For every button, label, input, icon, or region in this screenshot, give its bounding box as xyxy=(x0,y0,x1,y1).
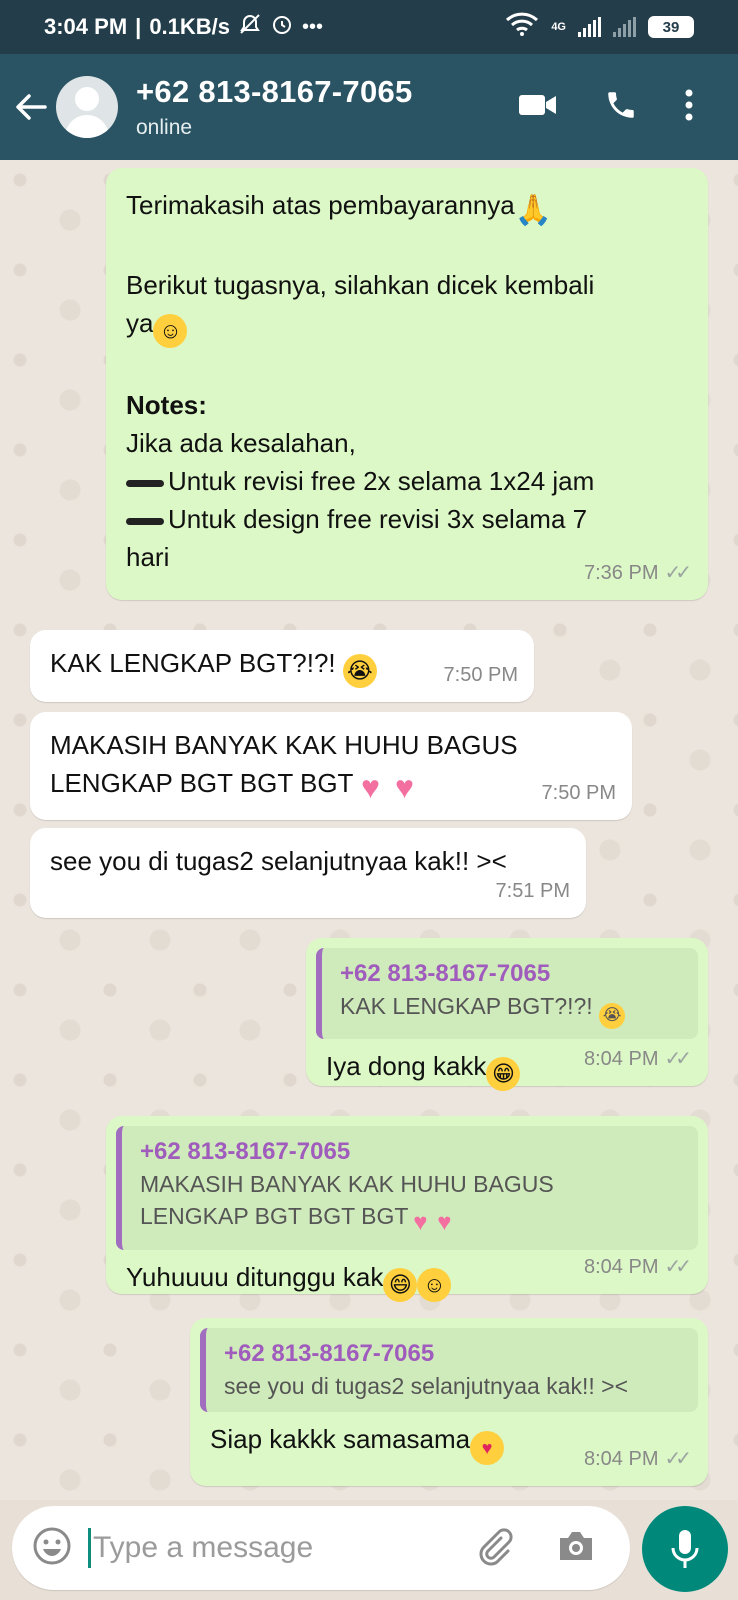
pink-heart-emoji-icon: ♥ xyxy=(413,1209,428,1236)
wifi-icon xyxy=(505,12,539,42)
emoji-icon[interactable] xyxy=(32,1526,72,1571)
message-bubble-outgoing-reply[interactable]: +62 813-8167-7065 see you di tugas2 sela… xyxy=(190,1318,708,1486)
crying-face-emoji-icon: 😭 xyxy=(342,654,377,688)
contact-name: +62 813-8167-7065 xyxy=(136,74,413,109)
quoted-message[interactable]: +62 813-8167-7065 see you di tugas2 sela… xyxy=(200,1328,698,1412)
microphone-icon xyxy=(671,1530,699,1568)
message-bubble-incoming[interactable]: KAK LENGKAP BGT?!?! 😭 7:50 PM xyxy=(30,630,534,702)
status-bar: 3:04 PM | 0.1KB/s ••• 4G 39 xyxy=(0,0,738,54)
attach-icon[interactable] xyxy=(474,1526,514,1571)
folded-hands-emoji-icon: 🙏 xyxy=(514,194,553,227)
status-time: 3:04 PM xyxy=(44,14,128,39)
overflow-menu-icon[interactable] xyxy=(684,89,694,126)
message-time: 8:04 PM xyxy=(584,1256,659,1278)
read-ticks-icon: ✓✓ xyxy=(664,1448,691,1470)
composer-bar xyxy=(0,1500,738,1600)
battery-icon: 39 xyxy=(648,16,694,38)
dash-icon xyxy=(126,479,164,487)
contact-avatar[interactable] xyxy=(56,76,118,138)
back-arrow-icon[interactable] xyxy=(6,54,56,160)
mute-icon xyxy=(238,13,262,41)
contact-status: online xyxy=(136,116,193,139)
read-ticks-icon: ✓✓ xyxy=(664,1256,691,1278)
network-type: 4G xyxy=(551,20,566,33)
message-bubble-incoming[interactable]: see you di tugas2 selanjutnyaa kak!! >< … xyxy=(30,828,586,918)
alarm-icon xyxy=(270,12,294,42)
message-bubble-incoming[interactable]: MAKASIH BANYAK KAK HUHU BAGUS LENGKAP BG… xyxy=(30,712,632,820)
voice-call-icon[interactable] xyxy=(604,88,638,127)
chat-header: +62 813-8167-7065 online xyxy=(0,54,738,160)
signal-icon xyxy=(578,17,601,37)
message-input[interactable] xyxy=(93,1531,453,1565)
microphone-button[interactable] xyxy=(642,1506,728,1592)
message-bubble-outgoing-reply[interactable]: +62 813-8167-7065 MAKASIH BANYAK KAK HUH… xyxy=(106,1116,708,1302)
smiling-face-emoji-icon: ☺ xyxy=(153,314,188,348)
message-input-container[interactable] xyxy=(12,1506,630,1590)
message-time: 8:04 PM xyxy=(584,1048,659,1070)
chat-area[interactable]: Terimakasih atas pembayarannya🙏 Berikut … xyxy=(0,160,738,1500)
text-caret xyxy=(88,1528,91,1568)
message-time: 7:36 PM xyxy=(584,562,659,584)
signal-sim2-icon xyxy=(613,17,636,37)
dash-icon xyxy=(126,517,164,525)
grinning-face-emoji-icon: 😁 xyxy=(486,1057,521,1091)
read-ticks-icon: ✓✓ xyxy=(664,562,691,584)
quoted-message[interactable]: +62 813-8167-7065 MAKASIH BANYAK KAK HUH… xyxy=(116,1126,698,1250)
pink-heart-emoji-icon: ♥ xyxy=(360,769,380,805)
message-time: 7:50 PM xyxy=(541,782,616,804)
message-bubble-outgoing-reply[interactable]: +62 813-8167-7065 KAK LENGKAP BGT?!?! 😭 … xyxy=(306,938,708,1091)
quoted-message[interactable]: +62 813-8167-7065 KAK LENGKAP BGT?!?! 😭 xyxy=(316,948,698,1039)
message-time: 8:04 PM xyxy=(584,1448,659,1470)
grinning-face-emoji-icon: 😄 xyxy=(383,1268,418,1302)
message-time: 7:50 PM xyxy=(443,664,518,686)
pink-heart-emoji-icon: ♥ xyxy=(394,769,414,805)
crying-face-emoji-icon: 😭 xyxy=(599,1003,626,1029)
more-notifications-icon: ••• xyxy=(302,15,324,38)
smiling-face-emoji-icon: ☺ xyxy=(417,1268,452,1302)
pink-heart-emoji-icon: ♥ xyxy=(437,1209,452,1236)
read-ticks-icon: ✓✓ xyxy=(664,1048,691,1070)
smiling-face-with-hearts-emoji-icon: ♥ xyxy=(470,1431,505,1465)
network-speed: 0.1KB/s xyxy=(149,14,231,39)
contact-info[interactable]: +62 813-8167-7065 online xyxy=(136,74,413,140)
message-bubble-outgoing[interactable]: Terimakasih atas pembayarannya🙏 Berikut … xyxy=(106,168,708,600)
message-time: 7:51 PM xyxy=(495,880,570,902)
camera-icon[interactable] xyxy=(556,1528,596,1569)
video-call-icon[interactable] xyxy=(518,91,558,124)
